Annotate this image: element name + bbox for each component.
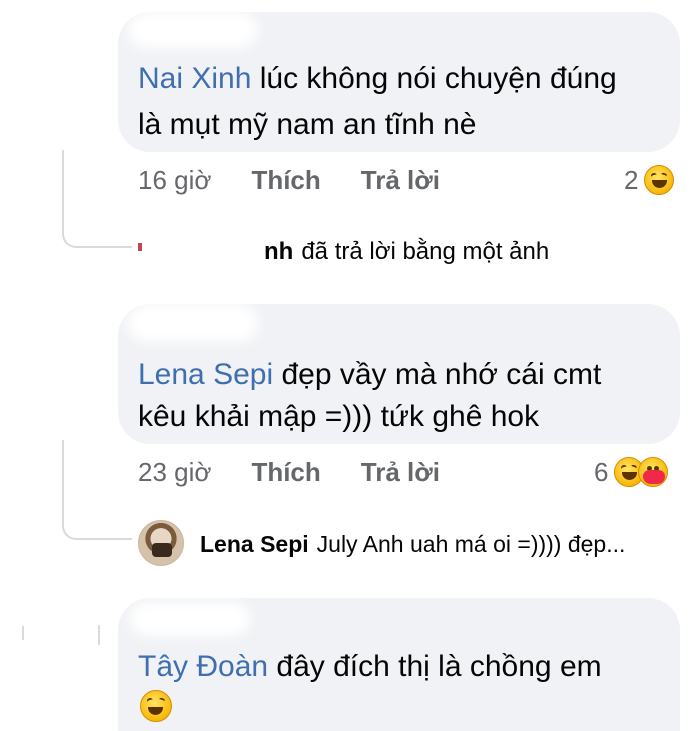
thread-connector-2 [62,440,132,540]
reply-avatar-fragment [138,243,142,251]
comment-time[interactable]: 23 giờ [138,457,211,488]
reply-author[interactable]: Lena Sepi [200,531,309,558]
comment-text: đây đích thị là chồng em [276,650,602,683]
inline-emoji-row [140,690,172,727]
reply-preview[interactable]: Lena Sepi July Anh uah má oi =)))) đẹp..… [200,526,625,562]
tears-of-joy-emoji-icon [140,690,172,722]
comment-actions: 23 giờ Thích Trả lời [138,452,440,492]
comment-author[interactable]: Tây Đoàn [138,650,268,683]
comment-text: đẹp vầy mà nhớ cái cmt [281,358,602,391]
reply-author[interactable]: nh [264,238,293,266]
reaction-summary[interactable]: 6 [594,454,669,490]
comment-author[interactable]: Nai Xinh [138,62,251,95]
like-button[interactable]: Thích [251,165,320,196]
like-button[interactable]: Thích [251,457,320,488]
comment-actions: 16 giờ Thích Trả lời [138,160,440,200]
comment-bubble: Tây Đoàn đây đích thị là chồng em [118,598,680,731]
avatar[interactable] [138,520,184,566]
comment-bubble: Lena Sepi đẹp vầy mà nhớ cái cmt kêu khả… [118,304,680,444]
redacted-area [130,602,250,636]
reply-text: đã trả lời bằng một ảnh [301,238,550,265]
reply-button[interactable]: Trả lời [361,457,440,488]
thread-connector-3b [22,626,24,640]
comment-text: lúc không nói chuyện đúng [259,62,617,95]
comment-text: là mụt mỹ nam an tĩnh nè [138,108,477,141]
comment-bubble: Nai Xinh lúc không nói chuyện đúng là mụ… [118,12,680,152]
comment-time[interactable]: 16 giờ [138,165,211,196]
thread-connector-3 [98,625,100,645]
reply-button[interactable]: Trả lời [361,165,440,196]
redacted-area [128,304,258,342]
care-emoji-icon [638,457,669,487]
comment-text: kêu khải mập =))) tứk ghê hok [138,400,540,433]
photo-reply-line[interactable]: nh đã trả lời bằng một ảnh [138,232,549,272]
comment-author[interactable]: Lena Sepi [138,358,273,391]
thread-connector-1 [62,150,132,248]
reply-text: July Anh uah má oi =)))) đẹp... [316,530,626,557]
reaction-count: 2 [624,164,639,195]
reaction-count: 6 [594,456,609,487]
laughing-emoji-icon [644,165,675,195]
reaction-summary[interactable]: 2 [624,162,675,198]
redacted-area [128,12,258,48]
